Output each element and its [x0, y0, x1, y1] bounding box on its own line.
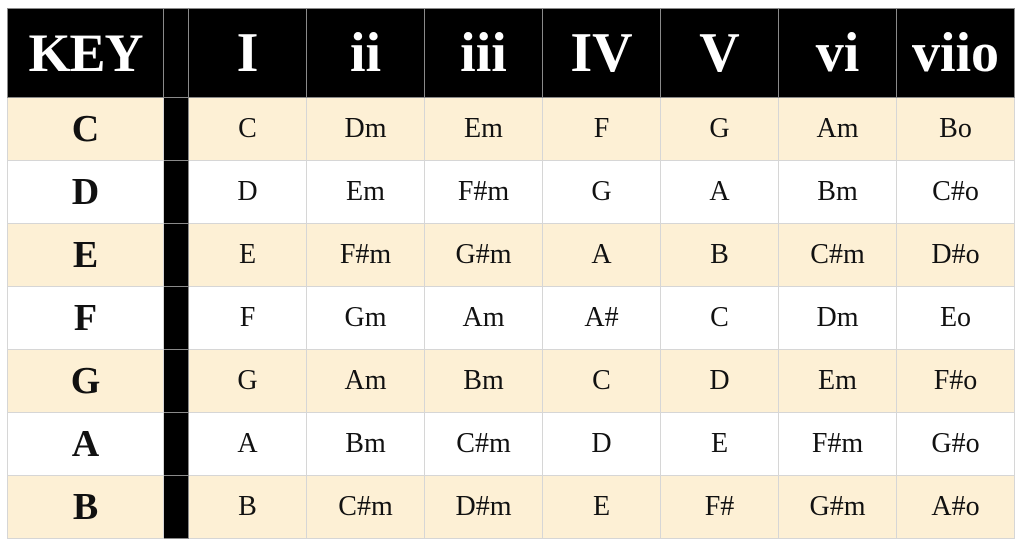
- chord-cell: G#o: [896, 412, 1015, 476]
- chord-cell: B: [660, 223, 779, 287]
- chord-cell: C#m: [778, 223, 897, 287]
- chord-cell: A#: [542, 286, 661, 350]
- chord-cell: D#m: [424, 475, 543, 539]
- table-row: B B C#m D#m E F# G#m A#o: [7, 475, 1015, 539]
- table-row: G G Am Bm C D Em F#o: [7, 349, 1015, 413]
- chord-cell: D: [660, 349, 779, 413]
- key-cell: E: [7, 223, 164, 287]
- key-cell: C: [7, 97, 164, 161]
- header-degree-iii: iii: [424, 8, 543, 98]
- chord-cell: C#m: [424, 412, 543, 476]
- chord-cell: C#o: [896, 160, 1015, 224]
- chord-cell: A: [660, 160, 779, 224]
- table-row: C C Dm Em F G Am Bo: [7, 97, 1015, 161]
- divider-cell: [163, 97, 189, 161]
- chord-cell: E: [188, 223, 307, 287]
- chord-cell: F#m: [306, 223, 425, 287]
- chord-key-table: KEY I ii iii IV V vi viio C C Dm Em F G Am Bo D D…: [7, 8, 1015, 539]
- divider-cell: [163, 412, 189, 476]
- chord-cell: C: [660, 286, 779, 350]
- chord-cell: D: [542, 412, 661, 476]
- header-degree-I: I: [188, 8, 307, 98]
- chord-cell: Am: [424, 286, 543, 350]
- header-degree-IV: IV: [542, 8, 661, 98]
- chord-cell: G: [542, 160, 661, 224]
- chord-cell: F#: [660, 475, 779, 539]
- chord-cell: Am: [778, 97, 897, 161]
- chord-cell: Em: [424, 97, 543, 161]
- chord-cell: D#o: [896, 223, 1015, 287]
- header-degree-viio: viio: [896, 8, 1015, 98]
- chord-cell: D: [188, 160, 307, 224]
- header-degree-vi: vi: [778, 8, 897, 98]
- key-cell: A: [7, 412, 164, 476]
- chord-cell: Bm: [306, 412, 425, 476]
- chord-cell: G: [660, 97, 779, 161]
- table-row: E E F#m G#m A B C#m D#o: [7, 223, 1015, 287]
- divider-cell: [163, 223, 189, 287]
- chord-cell: C: [188, 97, 307, 161]
- chord-cell: F: [542, 97, 661, 161]
- chord-cell: A: [188, 412, 307, 476]
- chord-cell: Am: [306, 349, 425, 413]
- chord-cell: Em: [306, 160, 425, 224]
- chord-cell: F#o: [896, 349, 1015, 413]
- chord-cell: C: [542, 349, 661, 413]
- chord-cell: E: [660, 412, 779, 476]
- chord-cell: E: [542, 475, 661, 539]
- header-degree-ii: ii: [306, 8, 425, 98]
- chord-cell: Dm: [778, 286, 897, 350]
- chord-cell: G: [188, 349, 307, 413]
- chord-cell: Gm: [306, 286, 425, 350]
- chord-cell: F#m: [778, 412, 897, 476]
- table-row: D D Em F#m G A Bm C#o: [7, 160, 1015, 224]
- divider-cell: [163, 160, 189, 224]
- key-cell: F: [7, 286, 164, 350]
- chord-cell: F#m: [424, 160, 543, 224]
- table-row: F F Gm Am A# C Dm Eo: [7, 286, 1015, 350]
- chord-cell: A: [542, 223, 661, 287]
- chord-cell: F: [188, 286, 307, 350]
- chord-cell: Bo: [896, 97, 1015, 161]
- chord-cell: Dm: [306, 97, 425, 161]
- key-cell: G: [7, 349, 164, 413]
- table-row: A A Bm C#m D E F#m G#o: [7, 412, 1015, 476]
- divider-column: [163, 8, 189, 98]
- chord-cell: G#m: [778, 475, 897, 539]
- chord-cell: Eo: [896, 286, 1015, 350]
- key-cell: B: [7, 475, 164, 539]
- key-cell: D: [7, 160, 164, 224]
- chord-cell: A#o: [896, 475, 1015, 539]
- divider-cell: [163, 286, 189, 350]
- chord-cell: G#m: [424, 223, 543, 287]
- chord-cell: Bm: [778, 160, 897, 224]
- divider-cell: [163, 475, 189, 539]
- chord-cell: C#m: [306, 475, 425, 539]
- chord-cell: Bm: [424, 349, 543, 413]
- header-row: KEY I ii iii IV V vi viio: [7, 8, 1015, 98]
- chord-cell: Em: [778, 349, 897, 413]
- header-degree-V: V: [660, 8, 779, 98]
- chord-cell: B: [188, 475, 307, 539]
- divider-cell: [163, 349, 189, 413]
- header-key: KEY: [7, 8, 164, 98]
